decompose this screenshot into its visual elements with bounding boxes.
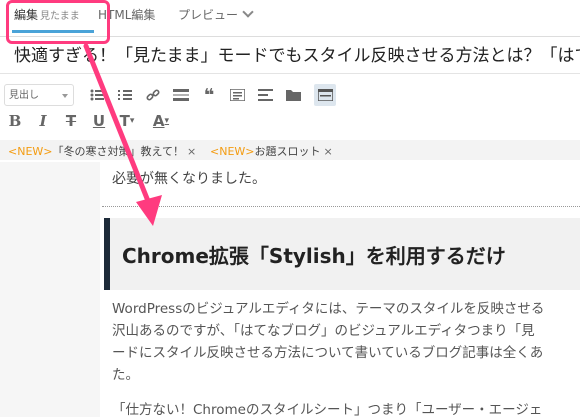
format-select-value: 見出し xyxy=(9,90,39,101)
italic-icon[interactable]: I xyxy=(32,110,54,132)
new-badge: <NEW> xyxy=(8,145,53,158)
folder-icon[interactable] xyxy=(282,84,304,106)
tab-preview[interactable]: プレビュー xyxy=(178,6,254,23)
underline-icon[interactable]: U xyxy=(88,110,110,132)
heading-block: Chrome拡張「Stylish」を利用するだけ xyxy=(104,218,580,290)
format-select[interactable]: 見出し xyxy=(4,84,74,106)
quote-icon[interactable]: ❝ xyxy=(198,84,220,106)
editor-toolbar: 見出し ❝ B I T U T ▾ A ▾ xyxy=(0,78,580,138)
paragraph: WordPressのビジュアルエディタには、テーマのスタイルを反映させる 沢山あ… xyxy=(112,298,580,386)
topic-tag[interactable]: <NEW>お題スロット × xyxy=(210,143,333,159)
bullet-list-icon[interactable] xyxy=(86,84,108,106)
topic-tag-bar: <NEW>「冬の寒さ対策」教えて！ × <NEW>お題スロット × xyxy=(0,140,580,160)
text-size-icon[interactable]: T ▾ xyxy=(116,110,138,132)
topic-tag-label: 「冬の寒さ対策」教えて！ xyxy=(52,145,184,158)
editor-area: 必要が無くなりました。 Chrome拡張「Stylish」を利用するだけ Wor… xyxy=(0,162,580,418)
close-icon[interactable]: × xyxy=(324,145,333,158)
highlight-box xyxy=(6,0,110,44)
kitchen-sink-icon[interactable] xyxy=(314,84,336,106)
read-more-icon[interactable] xyxy=(170,84,192,106)
topic-tag[interactable]: <NEW>「冬の寒さ対策」教えて！ × xyxy=(8,143,196,159)
numbered-list-icon[interactable] xyxy=(114,84,136,106)
dropdown-arrow-icon xyxy=(62,94,68,98)
paragraph-line: た。 xyxy=(112,367,139,383)
paragraph: 必要が無くなりました。 xyxy=(112,171,266,187)
heading-text: Chrome拡張「Stylish」を利用するだけ xyxy=(122,244,506,268)
strikethrough-icon[interactable]: T xyxy=(60,110,82,132)
paragraph: 「仕方ない！Chromeのスタイルシート」つまり「ユーザー・エージェ xyxy=(112,402,543,418)
paragraph-line: WordPressのビジュアルエディタには、テーマのスタイルを反映させる xyxy=(112,301,545,317)
new-badge: <NEW> xyxy=(210,145,255,158)
text-color-icon[interactable]: A ▾ xyxy=(150,110,172,132)
chevron-down-icon xyxy=(242,6,254,18)
bold-icon[interactable]: B xyxy=(4,110,26,132)
tab-preview-label: プレビュー xyxy=(178,8,239,22)
close-icon[interactable]: × xyxy=(187,145,196,158)
topic-tag-label: お題スロット xyxy=(254,145,321,158)
editor-content[interactable]: 必要が無くなりました。 Chrome拡張「Stylish」を利用するだけ Wor… xyxy=(100,162,580,418)
divider xyxy=(102,206,580,207)
paragraph-line: 沢山あるのですが、「はてなブログ」のビジュアルエディタつまり「見 xyxy=(112,323,535,339)
paragraph-line: ードにスタイル反映させる方法について書いているブログ記事は全くあ xyxy=(112,345,544,361)
link-icon[interactable] xyxy=(142,84,164,106)
table-of-contents-icon[interactable] xyxy=(226,84,248,106)
align-icon[interactable] xyxy=(254,84,276,106)
